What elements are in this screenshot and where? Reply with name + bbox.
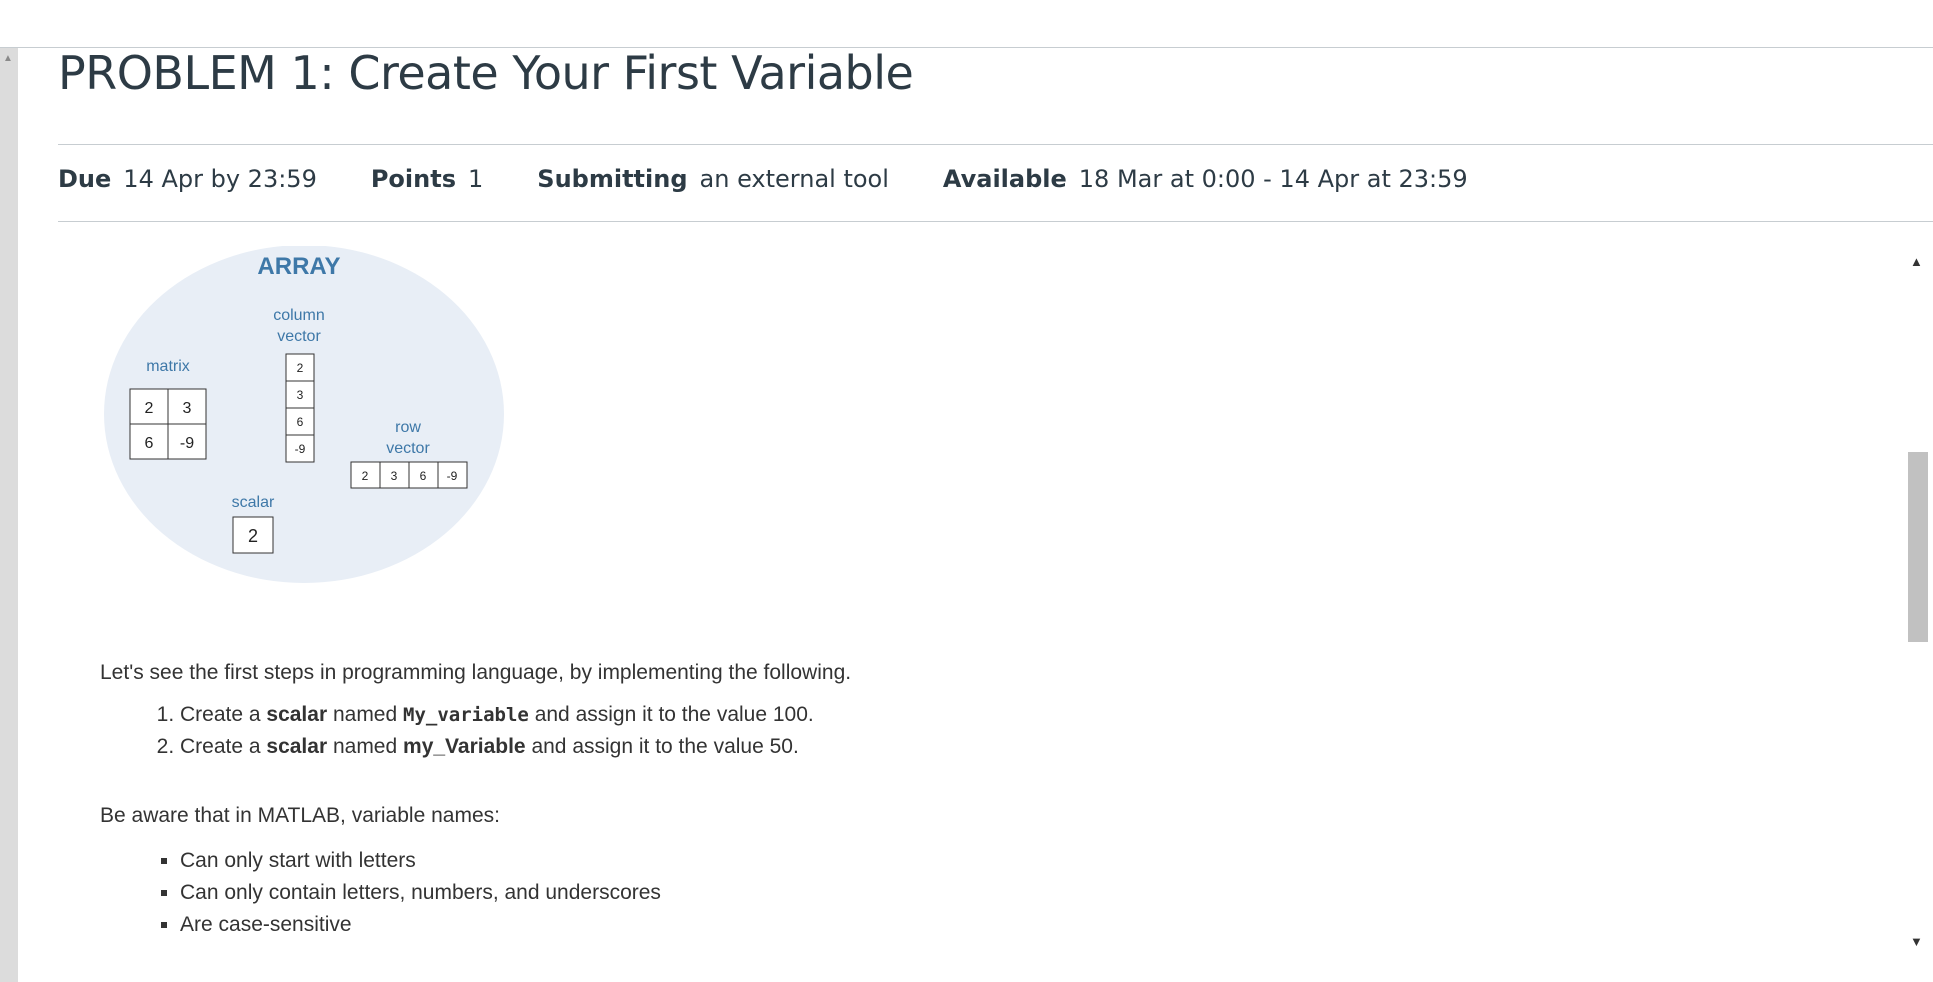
scalar-cell: 2 (248, 526, 258, 546)
row-label: vector (386, 440, 430, 457)
step-text: named (327, 703, 404, 726)
step-bold: scalar (266, 703, 328, 726)
left-scrollbar[interactable]: ▲ (0, 48, 18, 982)
list-item: Can only start with letters (180, 845, 661, 877)
top-bar (0, 0, 1933, 48)
submitting-value: an external tool (699, 165, 889, 193)
description-content: ARRAY matrix 2 3 6 -9 column vector 2 3 … (58, 246, 1902, 954)
scalar-label: scalar (232, 494, 275, 511)
scroll-up-icon[interactable]: ▲ (3, 54, 13, 64)
row-cell: 6 (420, 469, 427, 483)
scroll-up-icon[interactable]: ▲ (1910, 254, 1923, 269)
list-item: Create a scalar named My_variable and as… (180, 699, 814, 731)
column-cell: -9 (295, 442, 306, 456)
points-value: 1 (468, 165, 484, 193)
step-text: Create a (180, 735, 267, 758)
diagram-title: ARRAY (257, 253, 340, 280)
matrix-cell: 3 (183, 400, 192, 417)
assignment-details: Due 14 Apr by 23:59 Points 1 Submitting an ex… (58, 165, 1522, 193)
divider (58, 221, 1933, 222)
due-value: 14 Apr by 23:59 (123, 165, 317, 193)
aware-text: Be aware that in MATLAB, variable names: (100, 804, 500, 827)
list-item: Can only contain letters, numbers, and u… (180, 877, 661, 909)
step-text: Create a (180, 703, 267, 726)
step-code: My_variable (403, 704, 529, 726)
intro-text: Let's see the first steps in programming… (100, 661, 852, 684)
step-code: my_Variable (403, 735, 526, 758)
available-label: Available (942, 165, 1067, 193)
scroll-down-icon[interactable]: ▼ (1910, 934, 1923, 949)
step-text: and assign it to the value 50. (525, 735, 799, 758)
row-label: row (395, 419, 421, 436)
content-scrollbar[interactable]: ▲ ▼ (1902, 246, 1933, 954)
row-cell: 3 (391, 469, 398, 483)
step-bold: scalar (266, 735, 328, 758)
column-label: vector (277, 328, 321, 345)
matrix-cell: 6 (145, 435, 154, 452)
step-text: and assign it to the value 100. (528, 703, 814, 726)
points-label: Points (370, 165, 456, 193)
column-cell: 6 (297, 415, 304, 429)
list-item: Create a scalar named my_Variable and as… (180, 731, 814, 763)
step-text: named (327, 735, 404, 758)
divider (58, 144, 1933, 145)
rules-list: Can only start with letters Can only con… (100, 845, 661, 941)
scrollbar-thumb[interactable] (1908, 452, 1928, 642)
page-title: PROBLEM 1: Create Your First Variable (58, 46, 914, 100)
row-cell: -9 (447, 469, 458, 483)
matrix-cell: -9 (180, 435, 194, 452)
available-value: 18 Mar at 0:00 - 14 Apr at 23:59 (1078, 165, 1468, 193)
steps-list: Create a scalar named My_variable and as… (100, 699, 814, 763)
due-label: Due (58, 165, 112, 193)
column-label: column (273, 307, 325, 324)
matrix-label: matrix (146, 358, 190, 375)
array-diagram: ARRAY matrix 2 3 6 -9 column vector 2 3 … (104, 246, 504, 583)
submitting-label: Submitting (537, 165, 688, 193)
top-link-fragment[interactable] (78, 0, 106, 4)
column-cell: 2 (297, 361, 304, 375)
list-item: Are case-sensitive (180, 909, 661, 941)
column-cell: 3 (297, 388, 304, 402)
matrix-cell: 2 (145, 400, 154, 417)
row-cell: 2 (362, 469, 369, 483)
